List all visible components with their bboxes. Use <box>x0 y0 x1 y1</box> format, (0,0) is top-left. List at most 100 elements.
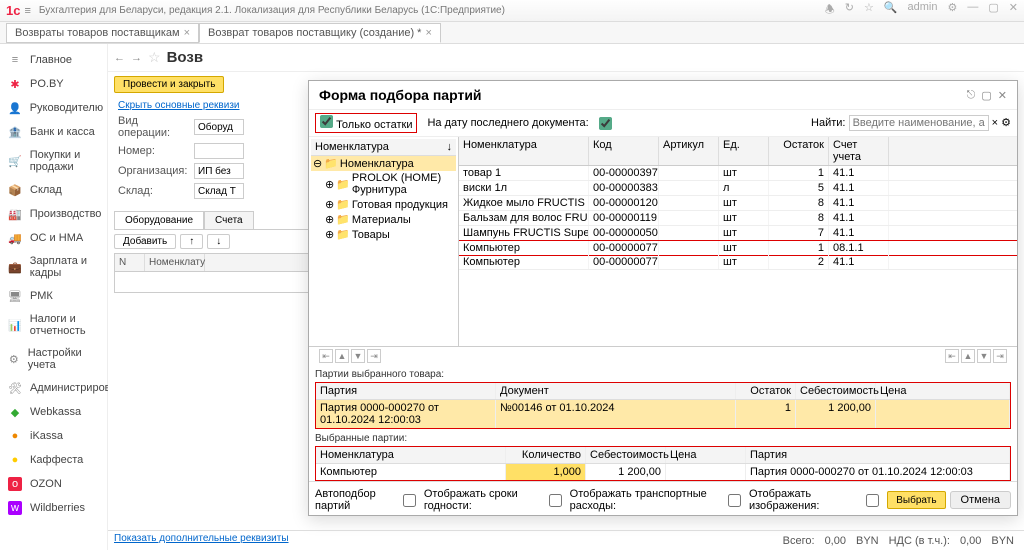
num-input[interactable] <box>194 143 244 159</box>
sidebar-item-tax[interactable]: 📊Налоги и отчетность <box>0 308 107 342</box>
modal-pin-icon[interactable]: ⎋ <box>967 89 976 102</box>
sort-icon[interactable]: ↓ <box>447 141 453 153</box>
fav-icon[interactable]: ☆ <box>148 49 161 66</box>
modal-max-icon[interactable]: ▢ <box>981 89 991 102</box>
settings-icon[interactable]: ⚙ <box>948 1 958 20</box>
status-footer: Всего:0,00BYN НДС (в т.ч.):0,00BYN <box>108 530 1024 550</box>
search-icon[interactable]: 🔍 <box>884 1 898 20</box>
forward-icon[interactable]: → <box>131 52 142 64</box>
items-grid[interactable]: Номенклатура Код Артикул Ед. Остаток Сче… <box>459 137 1017 346</box>
factory-icon: 🏭 <box>8 207 22 221</box>
down-button[interactable]: ↓ <box>207 234 230 249</box>
grid-row[interactable]: Жидкое мыло FRUCTIS00-00000120шт841.1 <box>459 196 1017 211</box>
post-close-button[interactable]: Провести и закрыть <box>114 76 224 93</box>
tree-node[interactable]: ⊕📁PROLOK (HOME) Фурнитура <box>311 171 456 197</box>
sidebar-item-rmk[interactable]: 🖥РМК <box>0 284 107 308</box>
op-input[interactable] <box>194 119 244 135</box>
trans-check[interactable] <box>728 494 741 507</box>
close-icon[interactable]: × <box>184 27 190 39</box>
sidebar-item-admin[interactable]: 🛠Администрирование <box>0 376 107 400</box>
kaffesta-icon: ● <box>8 453 22 467</box>
sidebar-item-wb[interactable]: wWildberries <box>0 496 107 520</box>
tree-node[interactable]: ⊕📁Материалы <box>311 212 456 227</box>
auto-check[interactable] <box>403 494 416 507</box>
sidebar-item-kaffesta[interactable]: ●Каффеста <box>0 448 107 472</box>
wh-label: Склад: <box>118 185 188 197</box>
doc-tabs: Возвраты товаров поставщикам× Возврат то… <box>0 22 1024 44</box>
col-unit: Ед. <box>719 137 769 165</box>
add-button[interactable]: Добавить <box>114 234 176 249</box>
app-title: Бухгалтерия для Беларуси, редакция 2.1. … <box>39 5 825 16</box>
folder-icon: 📁 <box>336 228 350 241</box>
grid-row[interactable]: товар 100-00000397шт141.1 <box>459 166 1017 181</box>
form-title: Возв <box>167 49 203 66</box>
sidebar-item-ikassa[interactable]: ●iKassa <box>0 424 107 448</box>
user-label[interactable]: admin <box>908 1 938 20</box>
org-input[interactable] <box>194 163 244 179</box>
modal-footer: Автоподбор партий Отображать сроки годно… <box>309 481 1017 518</box>
sidebar-item-manager[interactable]: 👤Руководителю <box>0 96 107 120</box>
select-button[interactable]: Выбрать <box>887 491 945 509</box>
modal-body: Номенклатура↓ ⊖📁Номенклатура ⊕📁PROLOK (H… <box>309 137 1017 347</box>
sidebar-item-webkassa[interactable]: ◆Webkassa <box>0 400 107 424</box>
close-icon[interactable]: × <box>425 27 431 39</box>
modal-close-icon[interactable]: ✕ <box>998 89 1007 102</box>
sidebar-item-settings[interactable]: ⚙Настройки учета <box>0 342 107 376</box>
bell-icon[interactable]: 🕭 <box>825 1 835 20</box>
tab-returns-list[interactable]: Возвраты товаров поставщикам× <box>6 23 199 43</box>
grid-row[interactable]: Шампунь FRUCTIS Superfood Арбуз, 350 мл0… <box>459 226 1017 241</box>
sidebar-item-salary[interactable]: 💼Зарплата и кадры <box>0 250 107 284</box>
batches-table[interactable]: ПартияДокументОстатокСебестоимостьЦена П… <box>315 382 1011 429</box>
truck-icon: 🚚 <box>8 231 22 245</box>
sidebar-item-warehouse[interactable]: 📦Склад <box>0 178 107 202</box>
home-icon: ≡ <box>8 53 22 67</box>
tree-node[interactable]: ⊕📁Товары <box>311 227 456 242</box>
grid-pager[interactable]: ⇤▲▼⇥ <box>941 347 1011 365</box>
subtab-equipment[interactable]: Оборудование <box>114 211 204 229</box>
up-button[interactable]: ↑ <box>180 234 203 249</box>
sidebar: ≡Главное ✱PO.BY 👤Руководителю 🏦Банк и ка… <box>0 44 108 550</box>
content: ← → ☆ Возв Провести и закрыть Скрыть осн… <box>108 44 1024 550</box>
selected-table[interactable]: НоменклатураКоличествоСебестоимостьЦенаП… <box>315 446 1011 481</box>
grid-row[interactable]: виски 1л00-00000383л541.1 <box>459 181 1017 196</box>
bank-icon: 🏦 <box>8 125 22 139</box>
nomenclature-tree[interactable]: Номенклатура↓ ⊖📁Номенклатура ⊕📁PROLOK (H… <box>309 137 459 346</box>
star-icon[interactable]: ☆ <box>864 1 874 20</box>
grid-row[interactable]: Бальзам для волос FRUCTIS Superfood Ар..… <box>459 211 1017 226</box>
history-icon[interactable]: ↻ <box>845 1 854 20</box>
box-icon: 📦 <box>8 183 22 197</box>
sidebar-item-sales[interactable]: 🛒Покупки и продажи <box>0 144 107 178</box>
only-rem-check[interactable] <box>320 115 333 128</box>
sidebar-item-production[interactable]: 🏭Производство <box>0 202 107 226</box>
maximize-icon[interactable]: ▢ <box>988 1 998 20</box>
sidebar-item-ozon[interactable]: oOZON <box>0 472 107 496</box>
tab-return-create[interactable]: Возврат товаров поставщику (создание) *× <box>199 23 441 43</box>
back-icon[interactable]: ← <box>114 52 125 64</box>
sidebar-item-bank[interactable]: 🏦Банк и касса <box>0 120 107 144</box>
grid-row[interactable]: Компьютер00-00000077шт108.1.1 <box>459 240 1017 256</box>
batches-title: Партии выбранного товара: <box>309 365 1017 382</box>
sidebar-item-main[interactable]: ≡Главное <box>0 48 107 72</box>
menu-icon[interactable]: ≡ <box>24 5 30 17</box>
selected-title: Выбранные партии: <box>309 429 1017 446</box>
settings-icon[interactable]: ⚙ <box>1001 117 1011 129</box>
hide-link[interactable]: Скрыть основные реквизи <box>118 100 240 111</box>
wh-input[interactable] <box>194 183 244 199</box>
tree-node[interactable]: ⊕📁Готовая продукция <box>311 197 456 212</box>
last-doc-check[interactable] <box>599 117 612 130</box>
close-icon[interactable]: ✕ <box>1009 1 1018 20</box>
grid-row[interactable]: Компьютер00-00000077шт241.1 <box>459 255 1017 270</box>
search-input[interactable] <box>849 115 989 131</box>
wallet-icon: 💼 <box>8 260 22 274</box>
subtab-accounts[interactable]: Счета <box>204 211 254 229</box>
cancel-button[interactable]: Отмена <box>950 491 1011 509</box>
sidebar-item-assets[interactable]: 🚚ОС и НМА <box>0 226 107 250</box>
minimize-icon[interactable]: — <box>967 1 978 20</box>
tree-node[interactable]: ⊖📁Номенклатура <box>311 156 456 171</box>
img-check[interactable] <box>866 494 879 507</box>
ikassa-icon: ● <box>8 429 22 443</box>
sidebar-item-poby[interactable]: ✱PO.BY <box>0 72 107 96</box>
clear-icon[interactable]: × <box>992 117 998 129</box>
exp-check[interactable] <box>549 494 562 507</box>
tree-pager[interactable]: ⇤▲▼⇥ <box>315 347 385 365</box>
